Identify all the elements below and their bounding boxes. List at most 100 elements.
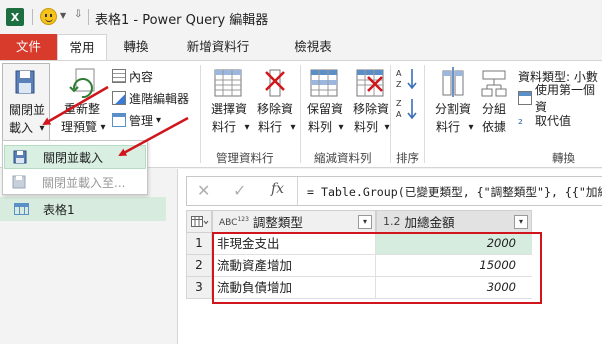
group-label-transform: 轉換 bbox=[552, 151, 575, 165]
properties-icon bbox=[112, 69, 126, 83]
tab-transform[interactable]: 轉換 bbox=[114, 34, 158, 60]
group-by-icon bbox=[481, 70, 507, 97]
filter-dropdown-icon[interactable]: ▾ bbox=[514, 215, 528, 229]
cancel-icon[interactable]: ✕ bbox=[197, 181, 210, 200]
fx-icon[interactable]: fx bbox=[271, 181, 284, 197]
choose-columns-label-2: 料行 bbox=[211, 120, 236, 134]
advanced-editor-button[interactable]: 進階編輯器 bbox=[112, 89, 189, 107]
sort-ascending-button[interactable]: A Z bbox=[396, 67, 420, 93]
close-load-menu: 關閉並載入 關閉並載入至... bbox=[2, 140, 148, 195]
sort-descending-button[interactable]: Z A bbox=[396, 97, 420, 123]
column-header-type[interactable]: ABC123 調整類型 ▾ bbox=[212, 210, 376, 233]
smiley-feedback-icon[interactable] bbox=[40, 8, 57, 25]
manage-button[interactable]: 管理 ▾ bbox=[112, 111, 161, 129]
split-column-button[interactable]: 分割資 料行 ▾ bbox=[428, 63, 478, 143]
title-bar: X ▼ ⇩ 表格1 - Power Query 編輯器 bbox=[0, 0, 602, 34]
use-first-row-label: 使用第一個資 bbox=[535, 83, 596, 114]
choose-columns-button[interactable]: 選擇資 料行 ▾ bbox=[204, 63, 254, 143]
row-number[interactable]: 3 bbox=[186, 277, 212, 299]
check-icon[interactable]: ✓ bbox=[233, 181, 246, 200]
properties-button[interactable]: 內容 bbox=[112, 67, 153, 85]
advanced-editor-icon bbox=[112, 91, 126, 105]
refresh-preview-button[interactable]: 重新整 理預覽 ▾ bbox=[56, 63, 108, 143]
close-load-label-1: 關閉並 bbox=[8, 103, 45, 117]
group-by-label-2: 依據 bbox=[481, 120, 506, 134]
ribbon-separator bbox=[390, 65, 391, 163]
close-load-label-2: 載入 bbox=[8, 121, 33, 135]
tab-file[interactable]: 文件 bbox=[0, 34, 57, 60]
tab-view[interactable]: 檢視表 bbox=[279, 34, 347, 60]
chevron-down-icon[interactable]: ▾ bbox=[336, 119, 346, 136]
chevron-down-icon[interactable]: ▾ bbox=[288, 119, 298, 136]
advanced-editor-label: 進階編輯器 bbox=[129, 91, 190, 106]
row-number[interactable]: 2 bbox=[186, 255, 212, 277]
remove-columns-icon bbox=[265, 69, 285, 97]
chevron-down-icon[interactable]: ▾ bbox=[37, 120, 47, 137]
menu-item-close-load[interactable]: 關閉並載入 bbox=[4, 145, 146, 169]
manage-table-icon bbox=[112, 113, 126, 127]
table-menu-corner[interactable] bbox=[186, 210, 212, 233]
formula-separator bbox=[297, 177, 298, 205]
replace-values-icon: ₂ bbox=[518, 113, 523, 127]
choose-columns-label-1: 選擇資 bbox=[210, 102, 247, 116]
split-column-icon bbox=[442, 67, 464, 97]
column-name: 加總金額 bbox=[404, 215, 455, 230]
group-label-manage-columns: 管理資料行 bbox=[216, 151, 274, 165]
row-number[interactable]: 1 bbox=[186, 233, 212, 255]
chevron-down-icon[interactable]: ▾ bbox=[98, 119, 108, 136]
menu-item-label: 關閉並載入至... bbox=[42, 175, 126, 190]
column-name: 調整類型 bbox=[252, 215, 303, 230]
remove-columns-button[interactable]: 移除資 料行 ▾ bbox=[250, 63, 300, 143]
title-separator bbox=[32, 9, 33, 25]
formula-bar: ✕ ✓ fx = Table.Group(已變更類型, {"調整類型"}, {{… bbox=[186, 176, 602, 206]
keep-rows-label-1: 保留資 bbox=[306, 102, 343, 116]
tab-add-column[interactable]: 新增資料行 bbox=[166, 34, 270, 60]
split-column-label-2: 料行 bbox=[435, 120, 460, 134]
group-by-button[interactable]: 分組 依據 bbox=[476, 63, 512, 143]
replace-values-label: 取代值 bbox=[535, 113, 572, 128]
formula-input[interactable]: = Table.Group(已變更類型, {"調整類型"}, {{"加總 bbox=[307, 184, 602, 200]
keep-rows-button[interactable]: 保留資 料列 ▾ bbox=[300, 63, 350, 143]
chevron-down-icon[interactable]: ▼ bbox=[60, 11, 66, 20]
ribbon-separator bbox=[200, 65, 201, 163]
close-and-load-button[interactable]: 關閉並 載入 ▾ bbox=[2, 63, 50, 143]
chevron-down-icon[interactable]: ▾ bbox=[466, 119, 476, 136]
tab-home[interactable]: 常用 bbox=[57, 34, 107, 61]
remove-rows-label-1: 移除資 bbox=[352, 102, 389, 116]
split-column-label-1: 分割資 bbox=[434, 102, 471, 116]
chevron-down-icon: ▾ bbox=[156, 114, 162, 126]
window-title: 表格1 - Power Query 編輯器 bbox=[95, 13, 269, 28]
svg-text:Z: Z bbox=[396, 80, 402, 89]
use-first-row-button[interactable]: 使用第一個資 bbox=[518, 83, 602, 114]
ribbon-separator bbox=[424, 65, 425, 163]
queries-panel: 表格1 bbox=[0, 169, 178, 344]
keep-rows-label-2: 料列 bbox=[307, 120, 332, 134]
svg-text:A: A bbox=[396, 110, 402, 119]
group-by-label-1: 分組 bbox=[481, 102, 506, 116]
group-label-reduce-rows: 縮減資料列 bbox=[314, 151, 372, 165]
customize-toolbar-icon[interactable]: ⇩ bbox=[74, 9, 82, 20]
svg-text:Z: Z bbox=[396, 99, 402, 108]
replace-values-button[interactable]: ₂ 取代值 bbox=[518, 111, 571, 129]
excel-logo-icon: X bbox=[6, 8, 24, 26]
filter-dropdown-icon[interactable]: ▾ bbox=[358, 215, 372, 229]
table-header-icon bbox=[518, 91, 532, 105]
title-separator bbox=[88, 9, 89, 25]
keep-rows-icon bbox=[310, 69, 338, 97]
refresh-icon bbox=[69, 68, 95, 99]
text-type-icon: ABC123 bbox=[219, 216, 249, 228]
query-item-table1[interactable]: 表格1 bbox=[0, 197, 166, 221]
table-icon bbox=[14, 203, 29, 215]
remove-rows-label-2: 料列 bbox=[353, 120, 378, 134]
remove-columns-label-2: 料行 bbox=[257, 120, 282, 134]
query-label: 表格1 bbox=[43, 202, 75, 217]
remove-rows-icon bbox=[356, 69, 384, 97]
manage-label: 管理 bbox=[129, 113, 154, 128]
remove-rows-button[interactable]: 移除資 料列 ▾ bbox=[346, 63, 396, 143]
refresh-preview-label-2: 理預覽 bbox=[60, 120, 97, 134]
decimal-type-icon: 1.2 bbox=[383, 215, 401, 228]
column-header-sum[interactable]: 1.2 加總金額 ▾ bbox=[376, 210, 532, 233]
group-label-sort: 排序 bbox=[396, 151, 419, 165]
menu-item-label: 關閉並載入 bbox=[43, 150, 104, 165]
table-menu-icon bbox=[191, 215, 209, 227]
